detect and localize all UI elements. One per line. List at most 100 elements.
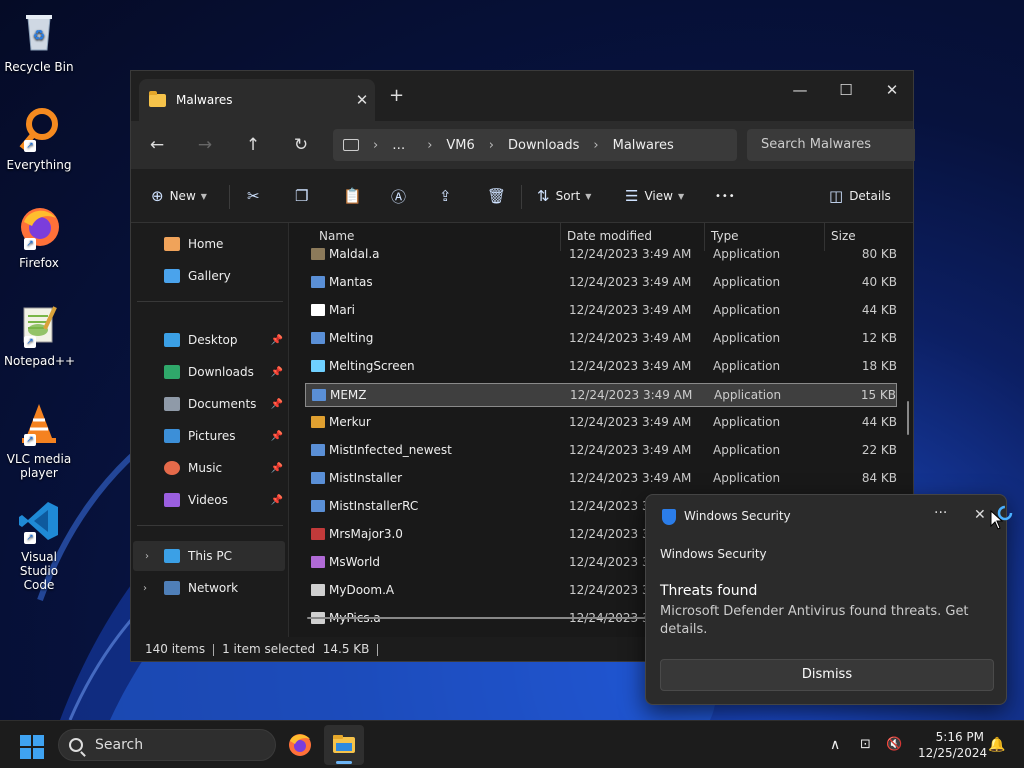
tab-malwares[interactable]: Malwares ✕: [139, 79, 375, 121]
svg-text:♻: ♻: [33, 28, 46, 44]
file-size: 40 KB: [861, 275, 897, 289]
desktop-icon-label: Visual Studio Code: [19, 550, 59, 592]
sidebar-divider: [137, 301, 283, 302]
sidebar-item-downloads[interactable]: Downloads 📌: [131, 357, 289, 387]
desktop-icon-everything[interactable]: ↗ Everything: [4, 106, 74, 172]
refresh-button[interactable]: ↻: [287, 133, 315, 157]
network-icon[interactable]: ⊡: [860, 737, 871, 752]
forward-button[interactable]: →: [191, 133, 219, 157]
sidebar-item-label: Videos: [188, 493, 228, 507]
table-row[interactable]: MistInfected_newest 12/24/2023 3:49 AM App…: [305, 439, 897, 463]
view-button[interactable]: ☰ View ▼: [625, 185, 684, 207]
desktop-icon-label: VLC media player: [6, 452, 72, 480]
table-row[interactable]: Merkur 12/24/2023 3:49 AM Application 44 KB: [305, 411, 897, 435]
table-row[interactable]: Mantas 12/24/2023 3:49 AM Application 40 KB: [305, 271, 897, 295]
file-type: Application: [713, 303, 781, 317]
table-row[interactable]: Melting 12/24/2023 3:49 AM Application 12 K…: [305, 327, 897, 351]
breadcrumb-overflow[interactable]: …: [392, 138, 405, 153]
firefox-icon: [289, 734, 311, 756]
file-date-modified: 12/24/2023 3:49 AM: [569, 275, 692, 289]
shield-icon: [662, 509, 676, 525]
window-close-button[interactable]: ✕: [869, 75, 915, 105]
desktop-icon-firefox[interactable]: ↗ Firefox: [4, 204, 74, 270]
start-button[interactable]: [20, 735, 44, 759]
sidebar-item-network[interactable]: › Network: [131, 573, 289, 603]
taskbar-search-box[interactable]: Search: [58, 729, 276, 761]
breadcrumb-separator: ›: [373, 137, 379, 153]
new-button[interactable]: ⊕ New ▼: [151, 185, 207, 207]
table-row[interactable]: Maldal.a 12/24/2023 3:49 AM Application 80 …: [305, 243, 897, 267]
command-bar: ⊕ New ▼ ✂ ❐ 📋 Ⓐ ⇪ 🗑 ⇅ Sort ▼ ☰ View ▼ ••…: [131, 169, 913, 223]
desktop-icon: [164, 333, 180, 347]
cut-button[interactable]: ✂: [247, 185, 266, 207]
system-clock[interactable]: 5:16 PM 12/25/2024: [918, 729, 987, 761]
videos-icon: [164, 493, 180, 507]
shortcut-arrow-icon: ↗: [24, 140, 36, 152]
taskbar-app-firefox[interactable]: [280, 725, 320, 765]
notification-more-button[interactable]: ···: [934, 505, 947, 521]
tab-close-button[interactable]: ✕: [349, 91, 375, 109]
desktop-icon-recycle-bin[interactable]: ♻ Recycle Bin: [4, 8, 74, 74]
show-hidden-icons-button[interactable]: ∧: [830, 737, 840, 753]
toolbar-divider: [521, 185, 522, 209]
breadcrumb-downloads[interactable]: Downloads: [508, 138, 579, 153]
search-input[interactable]: Search Malwares: [747, 129, 915, 161]
address-bar[interactable]: › … › VM6 › Downloads › Malwares: [333, 129, 737, 161]
sidebar-item-videos[interactable]: Videos 📌: [131, 485, 289, 515]
table-row[interactable]: MeltingScreen 12/24/2023 3:49 AM Applicati…: [305, 355, 897, 379]
notification-close-button[interactable]: ✕: [974, 507, 986, 523]
table-row[interactable]: MistInstaller 12/24/2023 3:49 AM Applicati…: [305, 467, 897, 491]
more-options-button[interactable]: •••: [715, 185, 736, 207]
application-file-icon: [311, 472, 325, 484]
table-row[interactable]: MEMZ 12/24/2023 3:49 AM Application 15 KB: [305, 383, 897, 407]
file-size: 18 KB: [861, 359, 897, 373]
dismiss-button[interactable]: Dismiss: [660, 659, 994, 691]
application-file-icon: [311, 332, 325, 344]
sidebar-item-pictures[interactable]: Pictures 📌: [131, 421, 289, 451]
maximize-button[interactable]: ☐: [823, 75, 869, 105]
sidebar-item-gallery[interactable]: Gallery: [131, 261, 289, 291]
expand-chevron-icon[interactable]: ›: [143, 583, 147, 594]
sidebar-item-documents[interactable]: Documents 📌: [131, 389, 289, 419]
desktop-icon-vscode[interactable]: ↗ Visual Studio Code: [4, 498, 74, 592]
share-button[interactable]: ⇪: [439, 185, 458, 207]
vertical-scrollbar[interactable]: [907, 401, 909, 435]
sidebar-item-music[interactable]: Music 📌: [131, 453, 289, 483]
notification-header: Windows Security: [660, 547, 767, 561]
copy-icon: ❐: [295, 187, 309, 205]
breadcrumb-vm6[interactable]: VM6: [446, 138, 474, 153]
application-file-icon: [311, 276, 325, 288]
file-date-modified: 12/24/2023 3:49 AM: [569, 359, 692, 373]
delete-button[interactable]: 🗑: [487, 185, 512, 207]
chevron-down-icon: ▼: [585, 191, 592, 201]
rename-button[interactable]: Ⓐ: [391, 185, 412, 207]
expand-chevron-icon[interactable]: ›: [145, 551, 149, 562]
file-type: Application: [713, 443, 781, 457]
taskbar-app-file-explorer[interactable]: [324, 725, 364, 765]
sort-button[interactable]: ⇅ Sort ▼: [537, 185, 591, 207]
sidebar-item-home[interactable]: Home: [131, 229, 289, 259]
minimize-button[interactable]: —: [777, 75, 823, 105]
sort-icon: ⇅: [537, 187, 550, 205]
paste-button[interactable]: 📋: [343, 185, 368, 207]
desktop-icon-vlc[interactable]: ↗ VLC media player: [4, 400, 74, 480]
back-button[interactable]: ←: [143, 133, 171, 157]
application-file-icon: [311, 584, 325, 596]
sidebar-item-this-pc[interactable]: › This PC: [133, 541, 285, 571]
breadcrumb-malwares[interactable]: Malwares: [613, 138, 674, 153]
notification-bell-icon[interactable]: 🔔: [988, 737, 1005, 753]
horizontal-scrollbar[interactable]: [307, 617, 667, 619]
file-name: Mantas: [329, 275, 373, 289]
new-tab-button[interactable]: +: [389, 85, 404, 106]
up-button[interactable]: ↑: [239, 133, 267, 157]
this-pc-icon: [343, 139, 359, 151]
table-row[interactable]: Mari 12/24/2023 3:49 AM Application 44 KB: [305, 299, 897, 323]
sidebar-item-desktop[interactable]: Desktop 📌: [131, 325, 289, 355]
copy-button[interactable]: ❐: [295, 185, 314, 207]
volume-muted-icon[interactable]: 🔇: [886, 737, 902, 752]
music-icon: [164, 461, 180, 475]
desktop-icon-notepad-plus-plus[interactable]: ↗ Notepad++: [4, 302, 75, 368]
details-pane-button[interactable]: ◫ Details: [829, 185, 891, 207]
windows-security-notification[interactable]: Windows Security ··· ✕ Windows Security …: [645, 494, 1007, 705]
chevron-down-icon: ▼: [200, 191, 207, 201]
